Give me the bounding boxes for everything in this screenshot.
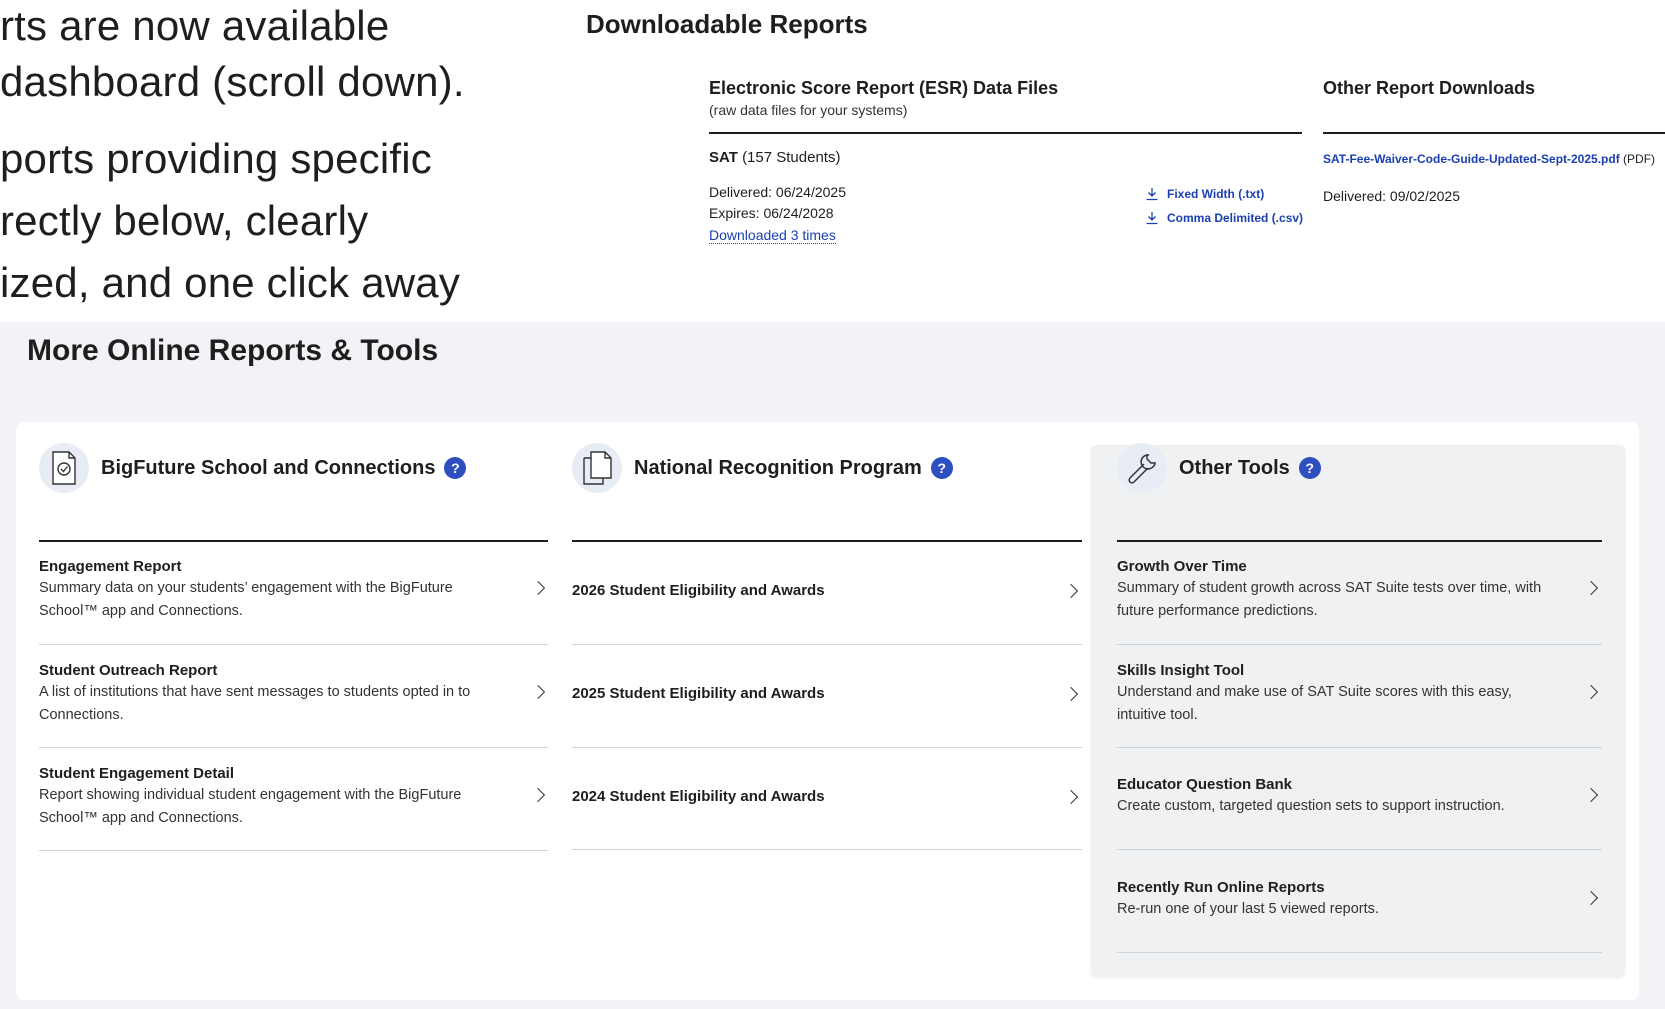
nrp-column-title: National Recognition Program xyxy=(634,456,922,479)
list-item-title: Skills Insight Tool xyxy=(1117,662,1245,679)
list-item-title: Student Engagement Detail xyxy=(39,765,235,782)
esr-heading: Electronic Score Report (ESR) Data Files xyxy=(709,78,1059,98)
other-delivered-date: Delivered: 09/02/2025 xyxy=(1323,188,1460,204)
other-downloads-divider xyxy=(1323,132,1665,134)
list-divider xyxy=(39,850,548,851)
intro-text-line-3: ports providing specific xyxy=(0,135,432,182)
wrench-icon xyxy=(1117,443,1167,493)
download-icon xyxy=(1146,212,1158,225)
list-item-title: Student Outreach Report xyxy=(39,662,218,679)
list-divider xyxy=(1117,849,1602,850)
recently-run-reports-item[interactable]: Recently Run Online Reports Re-run one o… xyxy=(1117,879,1602,921)
comma-delimited-label: Comma Delimited (.csv) xyxy=(1167,211,1304,225)
download-icon xyxy=(1146,188,1158,201)
list-item-description: Summary data on your students’ engagemen… xyxy=(39,580,453,619)
document-check-icon xyxy=(39,443,89,493)
list-divider xyxy=(572,747,1082,748)
list-divider xyxy=(39,644,548,645)
nrp-2026-item[interactable]: 2026 Student Eligibility and Awards xyxy=(572,582,1082,599)
download-count-link[interactable]: Downloaded 3 times xyxy=(709,227,836,244)
student-outreach-report-item[interactable]: Student Outreach Report A list of instit… xyxy=(39,662,546,727)
intro-text-line-2: dashboard (scroll down). xyxy=(0,58,465,105)
more-reports-heading: More Online Reports & Tools xyxy=(27,334,439,367)
other-downloads-heading: Other Report Downloads xyxy=(1323,78,1536,98)
skills-insight-tool-item[interactable]: Skills Insight Tool Understand and make … xyxy=(1117,662,1602,727)
sat-student-count: (157 Students) xyxy=(742,149,841,166)
list-item-title: 2026 Student Eligibility and Awards xyxy=(572,582,825,599)
comma-delimited-download-link[interactable]: Comma Delimited (.csv) xyxy=(1145,211,1303,225)
sat-file-label: SAT (157 Students) xyxy=(709,149,840,166)
top-section: rts are now available dashboard (scroll … xyxy=(0,0,1665,322)
list-divider xyxy=(572,644,1082,645)
chevron-right-icon xyxy=(1583,580,1599,596)
list-item-description: Understand and make use of SAT Suite sco… xyxy=(1117,684,1512,723)
other-tools-column-divider xyxy=(1117,540,1602,542)
list-item-description: Create custom, targeted question sets to… xyxy=(1117,798,1505,814)
more-reports-section: More Online Reports & Tools BigFuture Sc… xyxy=(0,322,1665,1009)
esr-divider xyxy=(709,132,1302,134)
growth-over-time-item[interactable]: Growth Over Time Summary of student grow… xyxy=(1117,558,1602,623)
list-item-description: A list of institutions that have sent me… xyxy=(39,684,471,723)
intro-text-line-1: rts are now available xyxy=(0,2,390,49)
list-item-title: 2025 Student Eligibility and Awards xyxy=(572,685,825,702)
list-item-title: Educator Question Bank xyxy=(1117,776,1293,793)
list-divider xyxy=(1117,747,1602,748)
engagement-report-item[interactable]: Engagement Report Summary data on your s… xyxy=(39,558,546,623)
intro-text-line-5: ized, and one click away xyxy=(0,259,461,306)
sat-test-name: SAT xyxy=(709,149,738,166)
fee-waiver-pdf-row: SAT-Fee-Waiver-Code-Guide-Updated-Sept-2… xyxy=(1323,152,1655,166)
list-item-description: Summary of student growth across SAT Sui… xyxy=(1117,580,1542,619)
list-divider xyxy=(1117,952,1602,953)
fixed-width-download-link[interactable]: Fixed Width (.txt) xyxy=(1145,187,1264,201)
list-item-title: 2024 Student Eligibility and Awards xyxy=(572,788,825,805)
help-icon[interactable]: ? xyxy=(1298,457,1321,479)
downloadable-reports-heading: Downloadable Reports xyxy=(586,9,868,39)
list-item-title: Growth Over Time xyxy=(1117,558,1247,575)
list-divider xyxy=(1117,644,1602,645)
chevron-right-icon xyxy=(1583,684,1599,700)
fixed-width-label: Fixed Width (.txt) xyxy=(1167,187,1265,201)
list-item-description: Report showing individual student engage… xyxy=(39,787,462,826)
nrp-column-divider xyxy=(572,540,1082,542)
bigfuture-column-header: BigFuture School and Connections ? xyxy=(39,443,467,493)
list-item-title: Recently Run Online Reports xyxy=(1117,879,1325,896)
educator-question-bank-item[interactable]: Educator Question Bank Create custom, ta… xyxy=(1117,776,1602,818)
list-divider xyxy=(39,747,548,748)
list-divider xyxy=(572,849,1082,850)
documents-icon xyxy=(572,443,622,493)
student-engagement-detail-item[interactable]: Student Engagement Detail Report showing… xyxy=(39,765,546,830)
esr-expires-date: Expires: 06/24/2028 xyxy=(709,205,834,221)
list-item-description: Re-run one of your last 5 viewed reports… xyxy=(1117,901,1379,917)
nrp-2025-item[interactable]: 2025 Student Eligibility and Awards xyxy=(572,685,1082,702)
nrp-2024-item[interactable]: 2024 Student Eligibility and Awards xyxy=(572,788,1082,805)
help-icon[interactable]: ? xyxy=(444,457,467,479)
bigfuture-column-title: BigFuture School and Connections xyxy=(101,456,436,479)
nrp-column-header: National Recognition Program ? xyxy=(572,443,953,493)
help-icon[interactable]: ? xyxy=(930,457,953,479)
esr-subheading: (raw data files for your systems) xyxy=(709,102,908,118)
fee-waiver-pdf-link[interactable]: SAT-Fee-Waiver-Code-Guide-Updated-Sept-2… xyxy=(1323,152,1620,166)
esr-delivered-date: Delivered: 06/24/2025 xyxy=(709,184,846,200)
list-item-title: Engagement Report xyxy=(39,558,182,575)
intro-text-line-4: rectly below, clearly xyxy=(0,197,369,244)
other-tools-column-title: Other Tools xyxy=(1179,456,1290,479)
other-tools-column-header: Other Tools ? xyxy=(1117,443,1321,493)
pdf-type-label: (PDF) xyxy=(1619,152,1656,166)
bigfuture-column-divider xyxy=(39,540,548,542)
